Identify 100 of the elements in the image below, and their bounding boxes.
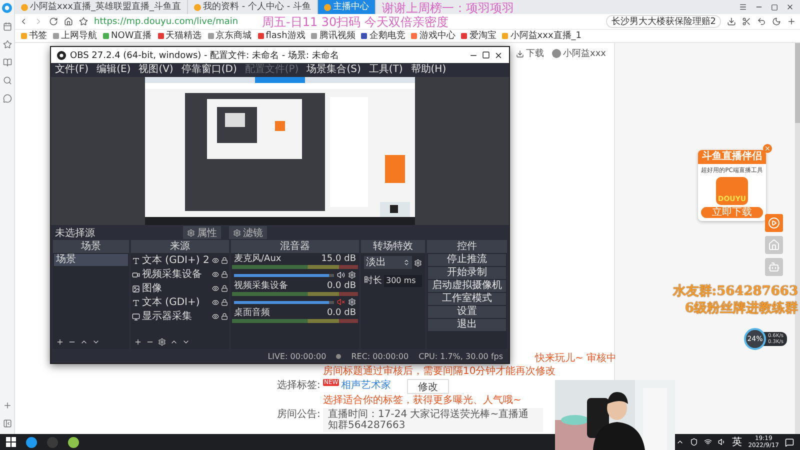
source-button[interactable]: 滤镜 <box>229 226 267 239</box>
close-icon[interactable] <box>786 3 794 11</box>
undo-icon[interactable] <box>757 17 766 26</box>
input-method-indicator[interactable]: 英 <box>732 435 742 449</box>
source-item[interactable]: 视频采集设备 <box>132 268 228 281</box>
visibility-icon[interactable] <box>212 257 219 264</box>
move-down-icon[interactable] <box>92 338 100 346</box>
maximize-icon[interactable] <box>771 4 778 10</box>
menu-item[interactable]: 帮助(H) <box>410 64 446 76</box>
download-icon[interactable] <box>727 17 736 26</box>
star-icon[interactable] <box>2 40 12 49</box>
settings-icon[interactable] <box>158 338 166 346</box>
bookmark[interactable]: 企鹅电竞 <box>361 30 406 42</box>
address-field[interactable]: https://mp.douyu.com/live/main <box>94 16 238 26</box>
app-icon[interactable] <box>68 436 79 448</box>
lock-icon[interactable] <box>221 271 228 278</box>
move-down-icon[interactable] <box>182 338 190 346</box>
muted-speaker-icon[interactable] <box>337 298 345 306</box>
edit-button[interactable]: 修改 <box>407 379 450 394</box>
lock-icon[interactable] <box>221 299 228 306</box>
back-icon[interactable] <box>19 17 28 26</box>
menu-icon[interactable] <box>739 3 747 11</box>
menu-item[interactable]: 视图(V) <box>138 64 174 76</box>
browser-app-icon[interactable] <box>26 436 37 448</box>
close-icon[interactable] <box>494 50 503 60</box>
move-up-icon[interactable] <box>80 338 88 346</box>
bookmark[interactable]: 腾讯视频 <box>311 30 356 42</box>
play-button[interactable] <box>765 214 783 232</box>
maximize-icon[interactable] <box>482 51 490 59</box>
visibility-icon[interactable] <box>212 299 219 306</box>
lock-icon[interactable] <box>221 257 228 264</box>
close-icon <box>764 145 771 152</box>
menu-item[interactable]: 编辑(E) <box>96 64 131 76</box>
reload-icon[interactable] <box>49 17 58 26</box>
move-up-icon[interactable] <box>170 338 178 346</box>
network-icon[interactable] <box>704 438 712 446</box>
tag-link[interactable]: 相声艺术家 <box>341 379 392 393</box>
source-item[interactable]: 显示器采集 <box>132 310 228 323</box>
bookmark[interactable]: 游戏中心 <box>411 30 456 42</box>
download-link[interactable]: 下载 <box>516 47 544 60</box>
source-button[interactable]: 属性 <box>183 226 221 239</box>
settings-icon[interactable] <box>414 258 422 266</box>
star-icon[interactable] <box>79 17 88 26</box>
visibility-icon[interactable] <box>212 313 219 320</box>
scissors-icon[interactable] <box>742 17 751 26</box>
monitor-icon <box>132 312 140 320</box>
bookmark[interactable]: flash游戏 <box>258 30 306 42</box>
add-icon[interactable] <box>56 338 64 346</box>
account-menu[interactable]: 小阿益xxx <box>552 47 606 60</box>
visibility-icon[interactable] <box>212 271 219 278</box>
bookmark[interactable]: 小阿益xxx直播_1 <box>502 30 582 42</box>
shield-icon[interactable] <box>690 438 698 446</box>
home-icon[interactable] <box>64 17 73 26</box>
bookmark[interactable]: 上网导航 <box>53 30 97 42</box>
volume-slider[interactable] <box>234 274 334 276</box>
duration-field[interactable]: 300 ms <box>384 274 422 286</box>
speaker-icon[interactable] <box>337 271 345 279</box>
bookmark[interactable]: 京东商城 <box>208 30 252 42</box>
browser-tab[interactable]: 主播中心 <box>318 0 376 14</box>
source-item[interactable]: 文本 (GDI+) 2 <box>132 254 228 267</box>
chat-icon[interactable] <box>2 94 12 103</box>
calendar-icon[interactable] <box>2 22 12 31</box>
bookmark[interactable]: 爱淘宝 <box>461 30 496 42</box>
add-icon[interactable] <box>787 17 796 26</box>
control-button[interactable]: 开始录制 <box>428 267 506 279</box>
notification-icon[interactable] <box>785 438 794 446</box>
lock-icon[interactable] <box>221 313 228 320</box>
volume-icon[interactable] <box>718 438 726 446</box>
visibility-icon[interactable] <box>212 285 219 292</box>
settings-icon[interactable] <box>348 298 356 306</box>
control-button[interactable]: 停止推流 <box>428 254 506 266</box>
bookmark[interactable]: NOW直播 <box>103 30 152 42</box>
menu-item[interactable]: 场景集合(S) <box>306 64 361 76</box>
volume-slider[interactable] <box>234 300 334 304</box>
control-button[interactable]: 工作室模式 <box>428 293 506 305</box>
transition-select[interactable]: 淡出 <box>364 256 412 269</box>
bookmark[interactable]: 书签 <box>21 30 47 42</box>
menu-item[interactable]: 停靠窗口(D) <box>181 64 237 76</box>
menu-item[interactable]: 工具(T) <box>368 64 403 76</box>
add-icon[interactable] <box>134 338 142 346</box>
search-icon[interactable] <box>2 76 12 85</box>
lock-icon[interactable] <box>221 285 228 292</box>
add-icon[interactable] <box>2 401 12 410</box>
scene-item[interactable]: 场景 <box>54 254 128 266</box>
notice-label: 房间公告: <box>277 408 317 422</box>
moon-icon[interactable] <box>772 17 781 26</box>
source-item[interactable]: 图像 <box>132 282 228 295</box>
control-button[interactable]: 启动虚拟摄像机 <box>428 280 506 292</box>
windows-start-icon[interactable] <box>6 437 16 447</box>
source-item[interactable]: 文本 (GDI+) <box>132 296 228 309</box>
search-field[interactable]: 长沙男大大楼获保险理赔2 <box>606 15 721 28</box>
notice-field[interactable]: 直播时间：17-24 大家记得送荧光棒~直播通知群564287663 <box>323 408 543 432</box>
tray-expand-icon[interactable] <box>676 438 684 446</box>
book-icon[interactable] <box>2 58 12 67</box>
bookmark[interactable]: 天猫精选 <box>158 30 202 42</box>
settings-icon[interactable] <box>348 271 356 279</box>
control-button[interactable]: 设置 <box>428 306 506 318</box>
menu-item[interactable]: 文件(F) <box>55 64 89 76</box>
control-button[interactable]: 退出 <box>428 319 506 331</box>
collapse-icon[interactable] <box>2 419 12 428</box>
